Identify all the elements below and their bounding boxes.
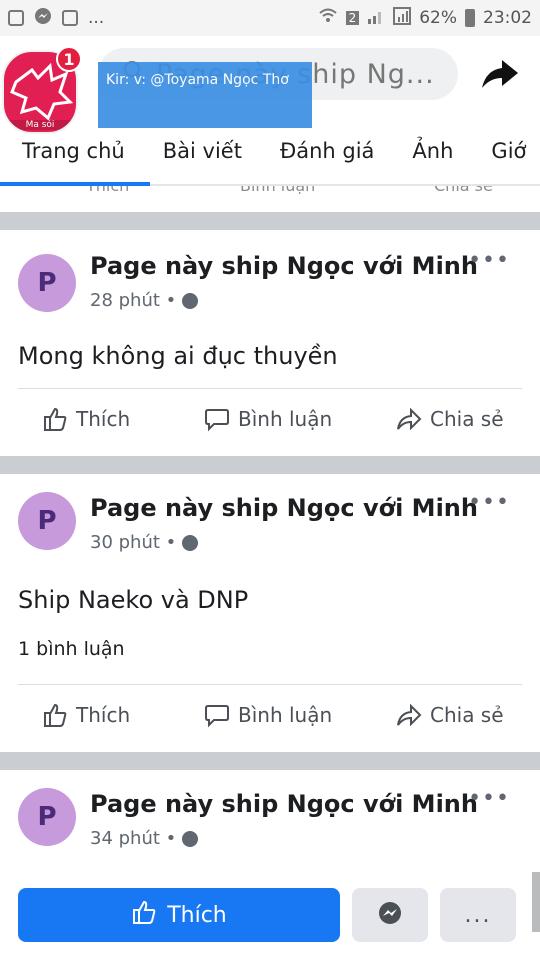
- like-icon: [42, 406, 68, 432]
- status-bar: ... 2 62% 23:02: [0, 0, 540, 36]
- tab-photos[interactable]: Ảnh: [412, 139, 453, 163]
- battery-icon: [465, 9, 475, 27]
- post-card: P Page này ship Ngọc với Minh 30 phút • …: [0, 474, 540, 750]
- like-icon: [42, 702, 68, 728]
- page-like-button[interactable]: Thích: [18, 888, 340, 942]
- like-label: Thích: [76, 703, 131, 727]
- like-button[interactable]: Thích: [42, 406, 130, 432]
- post-menu-button[interactable]: •••: [468, 490, 510, 515]
- wifi-icon: [318, 7, 338, 30]
- share-arrow-icon[interactable]: [478, 56, 520, 92]
- comment-icon: [204, 702, 230, 728]
- feed-separator: [0, 752, 540, 770]
- partial-actions-row: Thích Bình luận Chia sẻ: [0, 186, 540, 210]
- battery-percent: 62%: [419, 8, 457, 28]
- page-avatar[interactable]: P: [18, 254, 76, 312]
- post-card: P Page này ship Ngọc với Minh 34 phút • …: [0, 770, 540, 870]
- share-label: Chia sẻ: [430, 407, 504, 431]
- post-time: 28 phút •: [90, 290, 199, 311]
- post-time: 34 phút •: [90, 828, 199, 849]
- notification-icon: [8, 10, 24, 26]
- share-icon: [396, 406, 422, 432]
- feed-separator: [0, 212, 540, 230]
- globe-icon: [182, 292, 199, 309]
- page-like-label: Thích: [167, 902, 227, 928]
- message-button[interactable]: [352, 888, 428, 942]
- comment-count[interactable]: 1 bình luận: [18, 638, 125, 660]
- page-avatar[interactable]: P: [18, 492, 76, 550]
- signal-icon-2: [393, 6, 412, 30]
- post-menu-button[interactable]: •••: [468, 248, 510, 273]
- page-avatar[interactable]: P: [18, 788, 76, 846]
- post-actions: Thích Bình luận Chia sẻ: [0, 400, 540, 446]
- post-divider: [18, 684, 522, 685]
- feed-separator: [0, 456, 540, 474]
- comment-icon: [204, 406, 230, 432]
- like-button[interactable]: Thích: [42, 702, 130, 728]
- post-text: Ship Naeko và DNP: [18, 586, 249, 614]
- more-options-button[interactable]: ...: [440, 888, 516, 942]
- comment-button[interactable]: Bình luận: [204, 702, 332, 728]
- comment-button[interactable]: Bình luận: [204, 406, 332, 432]
- post-time-text: 28 phút •: [90, 290, 177, 311]
- post-menu-button[interactable]: •••: [468, 786, 510, 811]
- post-time: 30 phút •: [90, 532, 199, 553]
- share-label: Chia sẻ: [430, 703, 504, 727]
- partial-comment: Bình luận: [240, 186, 315, 195]
- tab-reviews[interactable]: Đánh giá: [280, 139, 374, 163]
- globe-icon: [182, 534, 199, 551]
- tab-posts[interactable]: Bài viết: [163, 139, 242, 163]
- post-time-text: 30 phút •: [90, 532, 177, 553]
- post-divider: [18, 388, 522, 389]
- signal-icon: [367, 7, 385, 30]
- share-icon: [396, 702, 422, 728]
- post-text: Mong không ai đục thuyền: [18, 342, 338, 370]
- globe-icon: [182, 830, 199, 847]
- messenger-icon: [377, 900, 403, 930]
- post-time-text: 34 phút •: [90, 828, 177, 849]
- facebook-status-icon: [62, 10, 78, 26]
- messenger-status-icon: [34, 7, 52, 30]
- page-tabs: Trang chủ Bài viết Đánh giá Ảnh Giớ: [0, 118, 540, 186]
- tab-home[interactable]: Trang chủ: [22, 139, 125, 163]
- comment-label: Bình luận: [238, 407, 333, 431]
- post-page-name[interactable]: Page này ship Ngọc với Minh: [90, 252, 478, 280]
- share-button[interactable]: Chia sẻ: [396, 406, 504, 432]
- scrollbar[interactable]: [532, 872, 540, 932]
- clock: 23:02: [483, 8, 532, 28]
- post-page-name[interactable]: Page này ship Ngọc với Minh: [90, 494, 478, 522]
- post-actions: Thích Bình luận Chia sẻ: [0, 696, 540, 742]
- post-card: P Page này ship Ngọc với Minh 28 phút • …: [0, 230, 540, 456]
- partial-like: Thích: [86, 186, 129, 195]
- partial-share: Chia sẻ: [434, 186, 493, 195]
- share-button[interactable]: Chia sẻ: [396, 702, 504, 728]
- comment-label: Bình luận: [238, 703, 333, 727]
- like-icon: [131, 899, 157, 931]
- sim-icon: 2: [345, 11, 360, 25]
- tab-about[interactable]: Giớ: [491, 139, 526, 163]
- like-label: Thích: [76, 407, 131, 431]
- post-page-name[interactable]: Page này ship Ngọc với Minh: [90, 790, 478, 818]
- notification-badge: 1: [56, 46, 82, 72]
- status-more: ...: [88, 8, 105, 28]
